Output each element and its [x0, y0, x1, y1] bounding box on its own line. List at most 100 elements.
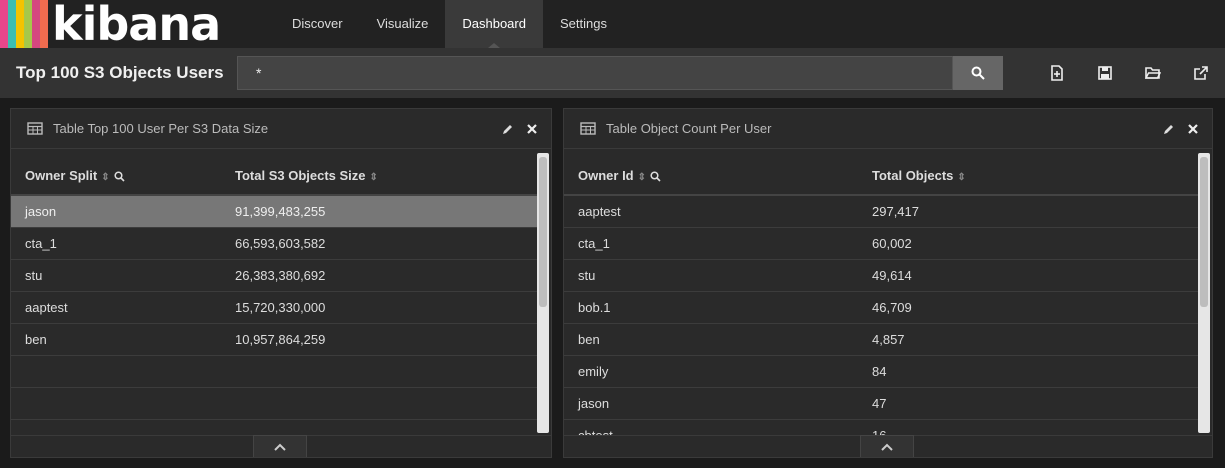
owner-cell[interactable]: ben — [564, 323, 858, 356]
edit-panel-button[interactable] — [501, 122, 515, 136]
sort-icon[interactable]: ⇕ — [957, 172, 965, 183]
panel-header: Table Object Count Per User — [564, 109, 1212, 149]
empty-cell — [11, 419, 221, 435]
value-cell: 47 — [858, 387, 1198, 420]
empty-cell — [221, 355, 537, 388]
search-icon[interactable] — [650, 171, 661, 182]
vertical-scrollbar[interactable] — [537, 153, 549, 433]
table-icon — [580, 122, 596, 135]
vertical-scrollbar[interactable] — [1198, 153, 1210, 433]
owner-cell[interactable]: ben — [11, 323, 221, 356]
value-cell: 91,399,483,255 — [221, 195, 537, 228]
value-cell: 10,957,864,259 — [221, 323, 537, 356]
column-header-label: Total Objects — [872, 168, 954, 183]
close-icon — [1188, 123, 1198, 134]
scrollbar-thumb[interactable] — [1200, 157, 1208, 307]
value-cell: 297,417 — [858, 195, 1198, 228]
table-row[interactable]: stu 26,383,380,692 — [11, 259, 537, 292]
owner-cell[interactable]: jason — [564, 387, 858, 420]
tab-settings[interactable]: Settings — [543, 0, 624, 48]
table-row[interactable]: aaptest 15,720,330,000 — [11, 291, 537, 324]
kibana-logo[interactable]: kibana — [0, 0, 275, 48]
logo-bar — [0, 0, 8, 48]
owner-cell[interactable]: cbtest — [564, 419, 858, 435]
table-row[interactable]: bob.1 46,709 — [564, 291, 1198, 324]
logo-bar — [40, 0, 48, 48]
owner-cell[interactable]: jason — [11, 195, 221, 228]
collapse-button[interactable] — [253, 435, 307, 457]
column-header-size[interactable]: Total S3 Objects Size ⇕ — [221, 157, 537, 196]
kibana-app: kibana Discover Visualize Dashboard Sett… — [0, 0, 1225, 468]
table-row[interactable]: cta_1 66,593,603,582 — [11, 227, 537, 260]
collapse-button[interactable] — [860, 435, 914, 457]
scrollbar-thumb[interactable] — [539, 157, 547, 307]
table-row[interactable]: jason 91,399,483,255 — [11, 195, 537, 228]
panel-footer — [564, 435, 1212, 457]
search-button[interactable] — [953, 56, 1003, 90]
table-row[interactable]: ben 4,857 — [564, 323, 1198, 356]
table-header-row: Owner Id ⇕ Total Objects ⇕ — [564, 157, 1198, 196]
column-header-label: Owner Id — [578, 168, 634, 183]
share-dashboard-button[interactable] — [1177, 56, 1225, 90]
sort-icon[interactable]: ⇕ — [370, 172, 378, 183]
empty-row — [11, 387, 537, 420]
logo-bar — [8, 0, 16, 48]
tab-visualize[interactable]: Visualize — [360, 0, 446, 48]
owner-cell[interactable]: aaptest — [564, 195, 858, 228]
table-row[interactable]: aaptest 297,417 — [564, 195, 1198, 228]
share-icon — [1194, 66, 1208, 80]
table-row[interactable]: cta_1 60,002 — [564, 227, 1198, 260]
panel-header: Table Top 100 User Per S3 Data Size — [11, 109, 551, 149]
column-header-owner[interactable]: Owner Split ⇕ — [11, 157, 221, 196]
pencil-icon — [503, 124, 512, 134]
owner-cell[interactable]: bob.1 — [564, 291, 858, 324]
logo-bar — [32, 0, 40, 48]
sort-icon[interactable]: ⇕ — [638, 172, 646, 183]
table-container: Owner Split ⇕ Total S3 Objects Size ⇕ jaso… — [11, 157, 537, 435]
search-icon[interactable] — [114, 171, 125, 182]
owner-cell[interactable]: stu — [11, 259, 221, 292]
sort-icon[interactable]: ⇕ — [101, 172, 109, 183]
column-header-label: Owner Split — [25, 168, 98, 183]
logo-bar — [24, 0, 32, 48]
value-cell: 4,857 — [858, 323, 1198, 356]
value-cell: 46,709 — [858, 291, 1198, 324]
remove-panel-button[interactable] — [525, 122, 539, 136]
tab-dashboard[interactable]: Dashboard — [445, 0, 543, 48]
table-row[interactable]: stu 49,614 — [564, 259, 1198, 292]
owner-cell[interactable]: cta_1 — [564, 227, 858, 260]
owner-cell[interactable]: stu — [564, 259, 858, 292]
table-row[interactable]: jason 47 — [564, 387, 1198, 420]
owner-cell[interactable]: emily — [564, 355, 858, 388]
query-bar — [237, 56, 1003, 90]
dashboard-title: Top 100 S3 Objects Users — [16, 63, 224, 82]
close-icon — [527, 123, 537, 134]
column-header-owner[interactable]: Owner Id ⇕ — [564, 157, 858, 196]
table-row[interactable]: ben 10,957,864,259 — [11, 323, 537, 356]
query-input[interactable] — [237, 56, 953, 90]
value-cell: 26,383,380,692 — [221, 259, 537, 292]
new-dashboard-icon — [1051, 65, 1063, 81]
logo-bar — [16, 0, 24, 48]
open-dashboard-button[interactable] — [1129, 56, 1177, 90]
owner-cell[interactable]: cta_1 — [11, 227, 221, 260]
owner-cell[interactable]: aaptest — [11, 291, 221, 324]
save-dashboard-button[interactable] — [1081, 56, 1129, 90]
value-cell: 60,002 — [858, 227, 1198, 260]
new-dashboard-button[interactable] — [1033, 56, 1081, 90]
remove-panel-button[interactable] — [1186, 122, 1200, 136]
empty-cell — [221, 387, 537, 420]
data-table: Owner Split ⇕ Total S3 Objects Size ⇕ jaso… — [11, 157, 537, 435]
value-cell: 15,720,330,000 — [221, 291, 537, 324]
tab-discover[interactable]: Discover — [275, 0, 360, 48]
logo-text: kibana — [52, 0, 221, 51]
table-row[interactable]: cbtest 16 — [564, 419, 1198, 435]
empty-cell — [221, 419, 537, 435]
nav-tabs: Discover Visualize Dashboard Settings — [275, 0, 624, 48]
column-header-total[interactable]: Total Objects ⇕ — [858, 157, 1198, 196]
edit-panel-button[interactable] — [1162, 122, 1176, 136]
empty-cell — [11, 387, 221, 420]
value-cell: 84 — [858, 355, 1198, 388]
data-table: Owner Id ⇕ Total Objects ⇕ aaptest 297,417 c… — [564, 157, 1198, 435]
table-row[interactable]: emily 84 — [564, 355, 1198, 388]
